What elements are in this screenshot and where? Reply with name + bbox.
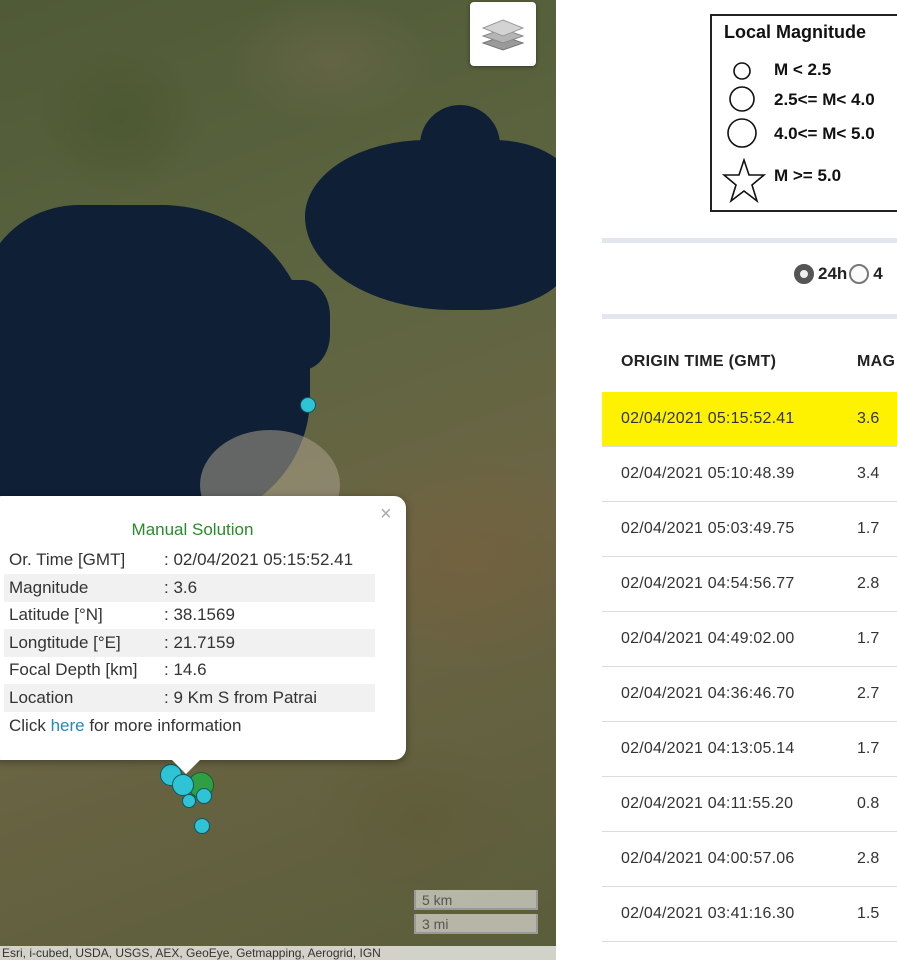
cell-mag: 3.6	[857, 410, 880, 427]
popup-close-icon[interactable]: ×	[380, 504, 392, 524]
cell-mag: 1.7	[857, 520, 880, 537]
legend-label: M < 2.5	[774, 60, 832, 79]
cell-time: 02/04/2021 04:13:05.14	[621, 740, 795, 757]
table-row[interactable]: 02/04/2021 04:49:02.00 1.7	[602, 612, 897, 667]
earthquake-marker[interactable]	[172, 774, 194, 796]
earthquake-marker[interactable]	[194, 818, 210, 834]
popup-label: Or. Time [GMT]	[9, 550, 126, 569]
legend-title: Local Magnitude	[724, 22, 867, 42]
cell-mag: 2.7	[857, 685, 880, 702]
cell-time: 02/04/2021 04:11:55.20	[621, 795, 794, 812]
cell-mag: 3.4	[857, 465, 880, 482]
cell-time: 02/04/2021 04:00:57.06	[621, 850, 795, 867]
earthquake-marker[interactable]	[196, 788, 212, 804]
popup-label: Location	[9, 688, 74, 707]
popup-value: : 21.7159	[164, 633, 235, 652]
popup-label: Magnitude	[9, 578, 89, 597]
layers-button[interactable]	[470, 2, 536, 66]
gulf-water-northeast	[420, 105, 500, 185]
scale-km: 5 km	[414, 890, 538, 910]
map-attribution: Esri, i-cubed, USDA, USGS, AEX, GeoEye, …	[0, 946, 556, 960]
popup-label: Focal Depth [km]	[9, 660, 138, 679]
popup-label: Longtitude [°E]	[9, 633, 121, 652]
column-header-time[interactable]: ORIGIN TIME (GMT)	[621, 353, 776, 371]
table-row[interactable]: 02/04/2021 04:00:57.06 2.8	[602, 832, 897, 887]
table-row[interactable]: 02/04/2021 04:13:05.14 1.7	[602, 722, 897, 777]
medium-circle-icon	[729, 86, 755, 112]
legend-item: M >= 5.0	[722, 158, 897, 204]
time-range-selector: 24h 4	[794, 262, 883, 286]
table-row[interactable]: 02/04/2021 05:15:52.41 3.6	[602, 392, 897, 447]
popup-label: Latitude [°N]	[9, 605, 103, 624]
popup-row-depth: Focal Depth [km] : 14.6	[4, 656, 375, 684]
popup-title: Manual Solution	[131, 520, 254, 539]
cell-mag: 1.7	[857, 630, 880, 647]
radio-other-label[interactable]: 4	[873, 264, 882, 284]
quake-list-panel: Local Magnitude M < 2.5 2.5<= M< 4.0 4.0…	[556, 0, 897, 960]
layers-icon	[481, 19, 525, 51]
divider	[602, 314, 897, 319]
cell-time: 02/04/2021 04:54:56.77	[621, 575, 795, 592]
legend-label: 4.0<= M< 5.0	[774, 124, 875, 143]
earthquake-marker[interactable]	[300, 397, 316, 413]
table-row[interactable]: 02/04/2021 04:54:56.77 2.8	[602, 557, 897, 612]
cell-time: 02/04/2021 05:15:52.41	[621, 410, 795, 427]
popup-value: : 38.1569	[164, 605, 235, 624]
popup-more-info: Click here for more information	[9, 712, 241, 740]
star-icon	[722, 158, 766, 204]
table-row[interactable]: 02/04/2021 04:36:46.70 2.7	[602, 667, 897, 722]
legend-item: 4.0<= M< 5.0	[722, 118, 897, 148]
cell-mag: 0.8	[857, 795, 880, 812]
scale-mi: 3 mi	[414, 914, 538, 934]
popup-value: : 14.6	[164, 660, 207, 679]
radio-24h[interactable]	[794, 264, 814, 284]
popup-pointer	[172, 760, 200, 774]
divider	[602, 238, 897, 243]
cell-time: 02/04/2021 04:36:46.70	[621, 685, 795, 702]
column-header-mag[interactable]: MAG	[857, 353, 895, 371]
cell-mag: 2.8	[857, 850, 880, 867]
cell-time: 02/04/2021 04:49:02.00	[621, 630, 795, 647]
popup-row-latitude: Latitude [°N] : 38.1569	[4, 601, 375, 629]
popup-row-location: Location : 9 Km S from Patrai	[4, 684, 375, 712]
popup-row-time: Or. Time [GMT] : 02/04/2021 05:15:52.41	[4, 546, 375, 574]
cell-mag: 1.7	[857, 740, 880, 757]
popup-more-suffix: for more information	[84, 716, 242, 735]
map-panel[interactable]: × Manual Solution Or. Time [GMT] : 02/04…	[0, 0, 556, 960]
table-row[interactable]: 02/04/2021 05:10:48.39 3.4	[602, 447, 897, 502]
cell-mag: 1.5	[857, 905, 880, 922]
strait-water	[260, 280, 330, 370]
legend-item: 2.5<= M< 4.0	[722, 84, 897, 114]
earthquake-marker[interactable]	[182, 794, 196, 808]
table-row[interactable]: 02/04/2021 04:11:55.20 0.8	[602, 777, 897, 832]
popup-value: : 9 Km S from Patrai	[164, 688, 318, 707]
radio-other[interactable]	[849, 264, 870, 284]
legend-label: 2.5<= M< 4.0	[774, 90, 875, 109]
popup-value: : 02/04/2021 05:15:52.41	[164, 550, 354, 569]
popup-row-longitude: Longtitude [°E] : 21.7159	[4, 629, 375, 657]
cell-time: 02/04/2021 05:03:49.75	[621, 520, 795, 537]
table-row[interactable]: 02/04/2021 03:41:16.30 1.5	[602, 887, 897, 942]
quake-table: 02/04/2021 05:15:52.41 3.6 02/04/2021 05:…	[602, 392, 897, 942]
popup-more-prefix: Click	[9, 716, 51, 735]
legend-label: M >= 5.0	[774, 166, 842, 185]
more-info-link[interactable]: here	[51, 716, 85, 735]
cell-time: 02/04/2021 05:10:48.39	[621, 465, 795, 482]
scale-bar: 5 km 3 mi	[414, 890, 538, 938]
cell-mag: 2.8	[857, 575, 880, 592]
popup-value: : 3.6	[164, 578, 198, 597]
cell-time: 02/04/2021 03:41:16.30	[621, 905, 795, 922]
magnitude-legend: Local Magnitude M < 2.5 2.5<= M< 4.0 4.0…	[710, 14, 897, 212]
radio-24h-label[interactable]: 24h	[818, 264, 847, 284]
popup-row-magnitude: Magnitude : 3.6	[4, 574, 375, 602]
large-circle-icon	[727, 118, 757, 148]
table-row[interactable]: 02/04/2021 05:03:49.75 1.7	[602, 502, 897, 557]
